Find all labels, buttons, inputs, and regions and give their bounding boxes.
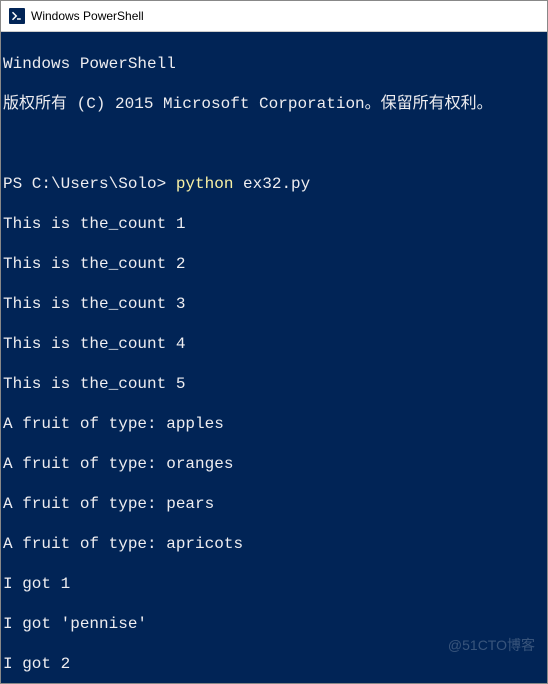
output-line: Windows PowerShell	[3, 54, 547, 74]
output-line: A fruit of type: apples	[3, 414, 547, 434]
window-titlebar[interactable]: Windows PowerShell	[1, 1, 547, 32]
output-line: This is the_count 4	[3, 334, 547, 354]
command-arg: ex32.py	[233, 175, 310, 193]
output-line: A fruit of type: oranges	[3, 454, 547, 474]
command: python	[176, 175, 234, 193]
powershell-icon	[9, 8, 25, 24]
output-line: I got 'pennise'	[3, 614, 547, 634]
output-line: A fruit of type: apricots	[3, 534, 547, 554]
output-line: This is the_count 5	[3, 374, 547, 394]
prompt-path: PS C:\Users\Solo>	[3, 175, 176, 193]
output-line: This is the_count 2	[3, 254, 547, 274]
output-line: This is the_count 3	[3, 294, 547, 314]
prompt-line: PS C:\Users\Solo> python ex32.py	[3, 174, 547, 194]
output-line: I got 2	[3, 654, 547, 674]
output-line: This is the_count 1	[3, 214, 547, 234]
watermark: @51CTO博客	[448, 635, 535, 655]
output-line: 版权所有 (C) 2015 Microsoft Corporation。保留所有…	[3, 94, 547, 114]
output-line: A fruit of type: pears	[3, 494, 547, 514]
window-title: Windows PowerShell	[31, 9, 144, 23]
output-line: I got 1	[3, 574, 547, 594]
terminal-area[interactable]: Windows PowerShell 版权所有 (C) 2015 Microso…	[1, 32, 547, 683]
blank-line	[3, 134, 547, 154]
